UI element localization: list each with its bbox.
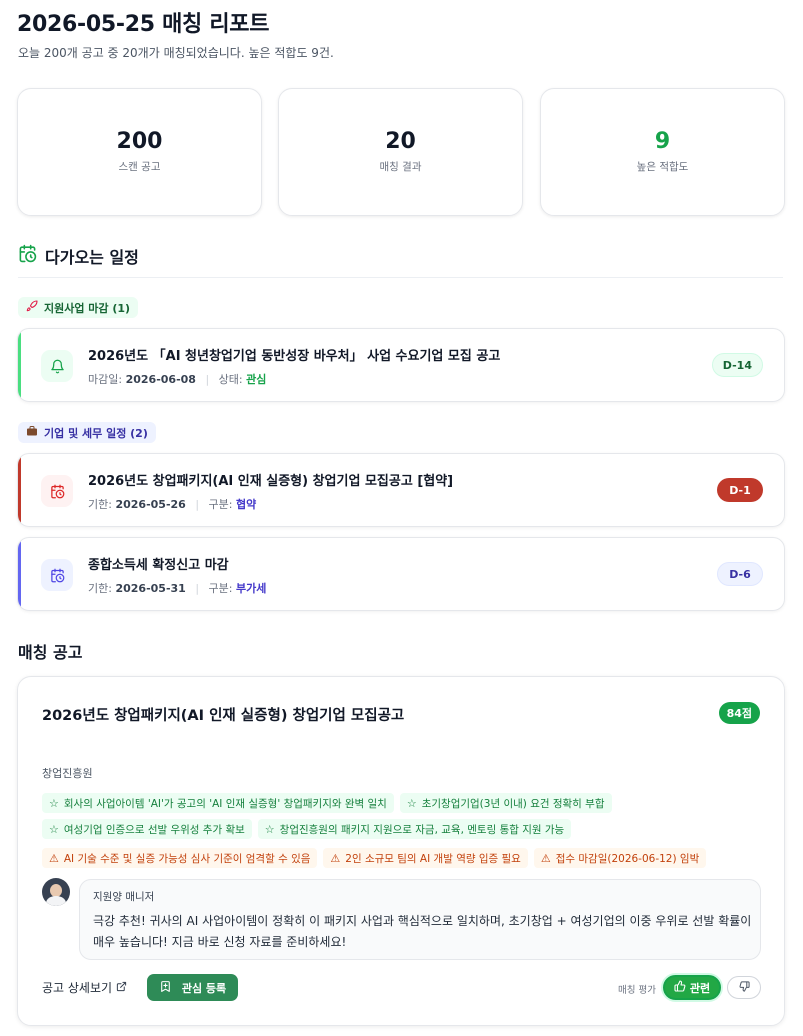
risk-text: 접수 마감일(2026-06-12) 임박 [555, 852, 700, 865]
comment-text: 극강 추천! 귀사의 AI 사업아이템이 정확히 이 패키지 사업과 핵심적으로… [93, 914, 752, 949]
risk-tag: ⚠ 접수 마감일(2026-06-12) 임박 [533, 848, 707, 868]
calendar-clock-icon [41, 475, 73, 507]
score-badge: 84점 [718, 702, 760, 724]
detail-link-text[interactable]: 공고 상세보기 [42, 979, 112, 996]
star-icon: ☆ [406, 796, 417, 810]
manager-avatar [42, 878, 70, 906]
event-type: 관심 [246, 373, 267, 386]
event-type: 협약 [236, 498, 257, 511]
meta-divider: | [195, 582, 200, 595]
match-card: 2026년도 창업패키지(AI 인재 실증형) 창업기업 모집공고 84점 창업… [17, 676, 785, 1026]
event-date: 2026-05-26 [115, 498, 186, 511]
section-title: 다가오는 일정 [45, 248, 139, 267]
event-type: 부가세 [236, 582, 267, 595]
group-label-business-tax: 기업 및 세무 일정 (2) [18, 422, 156, 443]
meta-divider: | [195, 498, 200, 511]
warning-icon: ⚠ [540, 851, 551, 865]
date-label: 마감일: [88, 373, 123, 386]
risk-tag: ⚠ AI 기술 수준 및 실증 가능성 심사 기준이 엄격할 수 있음 [42, 848, 318, 868]
warning-icon: ⚠ [330, 851, 341, 865]
warning-icon: ⚠ [49, 851, 59, 865]
event-date: 2026-05-31 [115, 582, 186, 595]
bookmark-plus-icon [159, 980, 172, 996]
thumbs-down-icon [739, 980, 750, 995]
risk-text: 2인 소규모 팀의 AI 개발 역량 입증 필요 [345, 852, 521, 865]
stat-label: 매칭 결과 [379, 161, 422, 173]
not-relevant-button[interactable] [727, 976, 761, 999]
group-label-text: 기업 및 세무 일정 (2) [44, 426, 148, 440]
briefcase-icon [26, 425, 38, 440]
page-title: 2026-05-25 매칭 리포트 [17, 12, 270, 37]
stat-card-matched: 20 매칭 결과 [278, 88, 523, 216]
type-label: 구분: [208, 582, 233, 595]
event-accent-bar [18, 329, 21, 401]
event-meta: 기한: 2026-05-31 | 구분: 부가세 [88, 580, 266, 596]
add-favorite-label: 관심 등록 [181, 981, 227, 995]
meta-divider: | [205, 373, 210, 386]
page-subtitle: 오늘 200개 공고 중 20개가 매칭되었습니다. 높은 적합도 9건. [18, 46, 334, 60]
type-label: 상태: [218, 373, 243, 386]
stat-label: 높은 적합도 [636, 161, 689, 173]
schedule-section-header: 다가오는 일정 [18, 242, 783, 278]
manager-comment: 지원양 매니저 극강 추천! 귀사의 AI 사업아이템이 정확히 이 패키지 사… [79, 879, 761, 960]
event-title: 2026년도 창업패키지(AI 인재 실증형) 창업기업 모집공고 [협약] [88, 474, 454, 489]
relevant-label: 관련 [689, 981, 711, 995]
event-date: 2026-06-08 [125, 373, 196, 386]
event-meta: 기한: 2026-05-26 | 구분: 협약 [88, 496, 256, 512]
dday-badge: D-6 [717, 562, 763, 586]
strength-text: 창업진흥원의 패키지 지원으로 자금, 교육, 멘토링 통합 지원 가능 [279, 823, 565, 836]
risk-tags: ⚠ AI 기술 수준 및 실증 가능성 심사 기준이 엄격할 수 있음 ⚠ 2인 소… [42, 848, 762, 868]
strength-tag: ☆ 여성기업 인증으로 선발 우위성 추가 확보 [42, 819, 252, 839]
strength-tag: ☆ 회사의 사업아이템 'AI'가 공고의 'AI 인재 실증형' 창업패키지와 … [42, 793, 394, 813]
strength-text: 여성기업 인증으로 선발 우위성 추가 확보 [63, 823, 245, 836]
event-card[interactable]: 2026년도 창업패키지(AI 인재 실증형) 창업기업 모집공고 [협약] 기… [17, 453, 785, 527]
calendar-clock-icon [18, 244, 37, 267]
strength-tag: ☆ 창업진흥원의 패키지 지원으로 자금, 교육, 멘토링 통합 지원 가능 [257, 819, 572, 839]
stat-label: 스캔 공고 [118, 161, 161, 173]
strength-text: 초기창업기업(3년 이내) 요건 정확히 부합 [421, 797, 605, 810]
stat-value: 20 [385, 129, 416, 154]
add-favorite-button[interactable]: 관심 등록 [147, 974, 238, 1001]
date-label: 기한: [88, 582, 112, 595]
stats-row: 200 스캔 공고 20 매칭 결과 9 높은 적합도 [17, 88, 785, 216]
event-card[interactable]: 2026년도 「AI 청년창업기업 동반성장 바우처」 사업 수요기업 모집 공… [17, 328, 785, 402]
group-label-grant-deadline: 지원사업 마감 (1) [18, 297, 139, 318]
strength-tag: ☆ 초기창업기업(3년 이내) 요건 정확히 부합 [399, 793, 612, 813]
star-icon: ☆ [264, 822, 275, 836]
dday-badge: D-1 [717, 478, 763, 502]
event-accent-bar [18, 454, 21, 526]
manager-name: 지원양 매니저 [93, 891, 155, 903]
group-label-text: 지원사업 마감 (1) [44, 301, 131, 315]
thumbs-up-icon [674, 980, 686, 995]
stat-value: 200 [116, 129, 163, 154]
stat-value: 9 [654, 129, 671, 154]
external-link-icon [116, 981, 127, 995]
relevant-button[interactable]: 관련 [663, 975, 721, 1000]
risk-text: AI 기술 수준 및 실증 가능성 심사 기준이 엄격할 수 있음 [63, 852, 311, 865]
strength-text: 회사의 사업아이템 'AI'가 공고의 'AI 인재 실증형' 창업패키지와 완… [63, 797, 387, 810]
organization: 창업진흥원 [42, 767, 93, 780]
detail-link[interactable]: 공고 상세보기 [42, 979, 127, 996]
bell-icon [41, 350, 73, 382]
event-title: 2026년도 「AI 청년창업기업 동반성장 바우처」 사업 수요기업 모집 공… [88, 349, 501, 364]
calendar-clock-icon [41, 559, 73, 591]
stat-card-high-fit: 9 높은 적합도 [540, 88, 785, 216]
event-accent-bar [18, 538, 21, 610]
dday-badge: D-14 [711, 353, 763, 377]
risk-tag: ⚠ 2인 소규모 팀의 AI 개발 역량 입증 필요 [323, 848, 528, 868]
event-title: 종합소득세 확정신고 마감 [88, 558, 229, 573]
rating-label: 매칭 평가 [618, 985, 656, 996]
stat-card-scanned: 200 스캔 공고 [17, 88, 262, 216]
match-title: 2026년도 창업패키지(AI 인재 실증형) 창업기업 모집공고 [42, 708, 405, 724]
strength-tags: ☆ 회사의 사업아이템 'AI'가 공고의 'AI 인재 실증형' 창업패키지와 … [42, 793, 762, 839]
date-label: 기한: [88, 498, 112, 511]
rocket-icon [26, 300, 38, 315]
star-icon: ☆ [49, 822, 59, 836]
event-card[interactable]: 종합소득세 확정신고 마감 기한: 2026-05-31 | 구분: 부가세 D… [17, 537, 785, 611]
star-icon: ☆ [49, 796, 59, 810]
type-label: 구분: [208, 498, 233, 511]
matches-section-title: 매칭 공고 [18, 643, 83, 662]
event-meta: 마감일: 2026-06-08 | 상태: 관심 [88, 371, 266, 387]
